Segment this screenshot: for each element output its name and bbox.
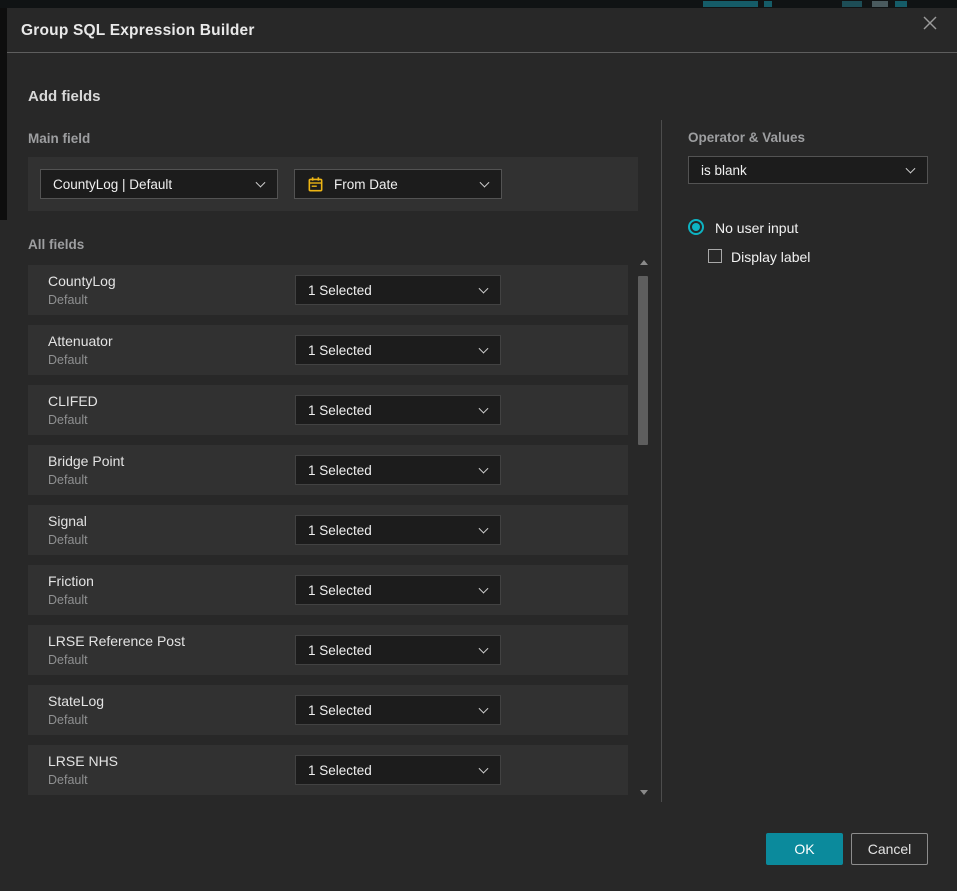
field-name: LRSE NHS: [48, 753, 118, 769]
display-label-text: Display label: [731, 249, 810, 265]
field-row: Attenuator Default 1 Selected: [28, 325, 628, 375]
field-subtitle: Default: [48, 293, 88, 307]
field-subtitle: Default: [48, 773, 88, 787]
panel-divider: [661, 120, 662, 802]
operator-select-value: is blank: [701, 163, 747, 178]
chevron-down-icon: [479, 764, 489, 774]
all-fields-label: All fields: [28, 237, 84, 252]
dialog-title: Group SQL Expression Builder: [21, 22, 255, 40]
field-name: StateLog: [48, 693, 104, 709]
operator-values-label: Operator & Values: [688, 130, 805, 145]
main-field-select[interactable]: From Date: [294, 169, 502, 199]
field-row: LRSE NHS Default 1 Selected: [28, 745, 628, 795]
title-divider: [7, 52, 957, 53]
field-selected-dropdown[interactable]: 1 Selected: [295, 515, 501, 545]
close-button[interactable]: [919, 12, 941, 34]
field-row: StateLog Default 1 Selected: [28, 685, 628, 735]
field-selected-dropdown[interactable]: 1 Selected: [295, 575, 501, 605]
field-name: LRSE Reference Post: [48, 633, 185, 649]
field-selected-value: 1 Selected: [308, 343, 372, 358]
field-name: Bridge Point: [48, 453, 124, 469]
field-row: LRSE Reference Post Default 1 Selected: [28, 625, 628, 675]
field-row: CountyLog Default 1 Selected: [28, 265, 628, 315]
field-name: Friction: [48, 573, 94, 589]
field-selected-value: 1 Selected: [308, 643, 372, 658]
field-row: CLIFED Default 1 Selected: [28, 385, 628, 435]
scrollbar-thumb[interactable]: [638, 276, 648, 445]
chevron-down-icon: [479, 284, 489, 294]
field-selected-value: 1 Selected: [308, 403, 372, 418]
field-subtitle: Default: [48, 353, 88, 367]
chevron-down-icon: [480, 178, 490, 188]
no-user-input-radio[interactable]: [688, 219, 704, 235]
field-name: CLIFED: [48, 393, 98, 409]
add-fields-heading: Add fields: [28, 88, 101, 105]
layer-select-value: CountyLog | Default: [53, 177, 172, 192]
field-selected-dropdown[interactable]: 1 Selected: [295, 695, 501, 725]
field-selected-dropdown[interactable]: 1 Selected: [295, 335, 501, 365]
layer-select[interactable]: CountyLog | Default: [40, 169, 278, 199]
field-selected-value: 1 Selected: [308, 583, 372, 598]
field-subtitle: Default: [48, 473, 88, 487]
ok-button[interactable]: OK: [766, 833, 843, 865]
cancel-button[interactable]: Cancel: [851, 833, 928, 865]
main-field-select-value: From Date: [334, 177, 398, 192]
background-app-strip-left: [0, 8, 7, 220]
chevron-down-icon: [479, 644, 489, 654]
field-selected-dropdown[interactable]: 1 Selected: [295, 455, 501, 485]
scroll-up-arrow-icon[interactable]: [640, 260, 648, 265]
field-selected-value: 1 Selected: [308, 703, 372, 718]
background-fragment: [703, 1, 758, 7]
chevron-down-icon: [256, 178, 266, 188]
chevron-down-icon: [479, 464, 489, 474]
operator-select[interactable]: is blank: [688, 156, 928, 184]
chevron-down-icon: [479, 524, 489, 534]
field-subtitle: Default: [48, 413, 88, 427]
no-user-input-label: No user input: [715, 220, 798, 236]
background-fragment: [895, 1, 907, 7]
field-subtitle: Default: [48, 533, 88, 547]
field-name: CountyLog: [48, 273, 116, 289]
main-field-container: CountyLog | Default From Date: [28, 157, 638, 211]
calendar-icon: [307, 176, 324, 193]
field-selected-value: 1 Selected: [308, 523, 372, 538]
field-selected-dropdown[interactable]: 1 Selected: [295, 635, 501, 665]
chevron-down-icon: [479, 704, 489, 714]
field-selected-value: 1 Selected: [308, 763, 372, 778]
field-subtitle: Default: [48, 593, 88, 607]
field-selected-dropdown[interactable]: 1 Selected: [295, 755, 501, 785]
field-row: Friction Default 1 Selected: [28, 565, 628, 615]
field-name: Signal: [48, 513, 87, 529]
field-row: Bridge Point Default 1 Selected: [28, 445, 628, 495]
close-icon: [922, 15, 938, 31]
background-fragment: [842, 1, 862, 7]
field-subtitle: Default: [48, 713, 88, 727]
background-fragment: [872, 1, 888, 7]
field-row: Signal Default 1 Selected: [28, 505, 628, 555]
background-fragment: [764, 1, 772, 7]
field-selected-value: 1 Selected: [308, 283, 372, 298]
display-label-checkbox[interactable]: [708, 249, 722, 263]
field-selected-dropdown[interactable]: 1 Selected: [295, 395, 501, 425]
field-selected-value: 1 Selected: [308, 463, 372, 478]
chevron-down-icon: [479, 344, 489, 354]
field-subtitle: Default: [48, 653, 88, 667]
dialog-titlebar: Group SQL Expression Builder: [7, 8, 957, 53]
radio-selected-dot: [692, 223, 700, 231]
chevron-down-icon: [479, 584, 489, 594]
field-name: Attenuator: [48, 333, 113, 349]
field-selected-dropdown[interactable]: 1 Selected: [295, 275, 501, 305]
main-field-label: Main field: [28, 131, 90, 146]
scroll-down-arrow-icon[interactable]: [640, 790, 648, 795]
chevron-down-icon: [906, 164, 916, 174]
chevron-down-icon: [479, 404, 489, 414]
background-app-strip: [0, 0, 957, 8]
